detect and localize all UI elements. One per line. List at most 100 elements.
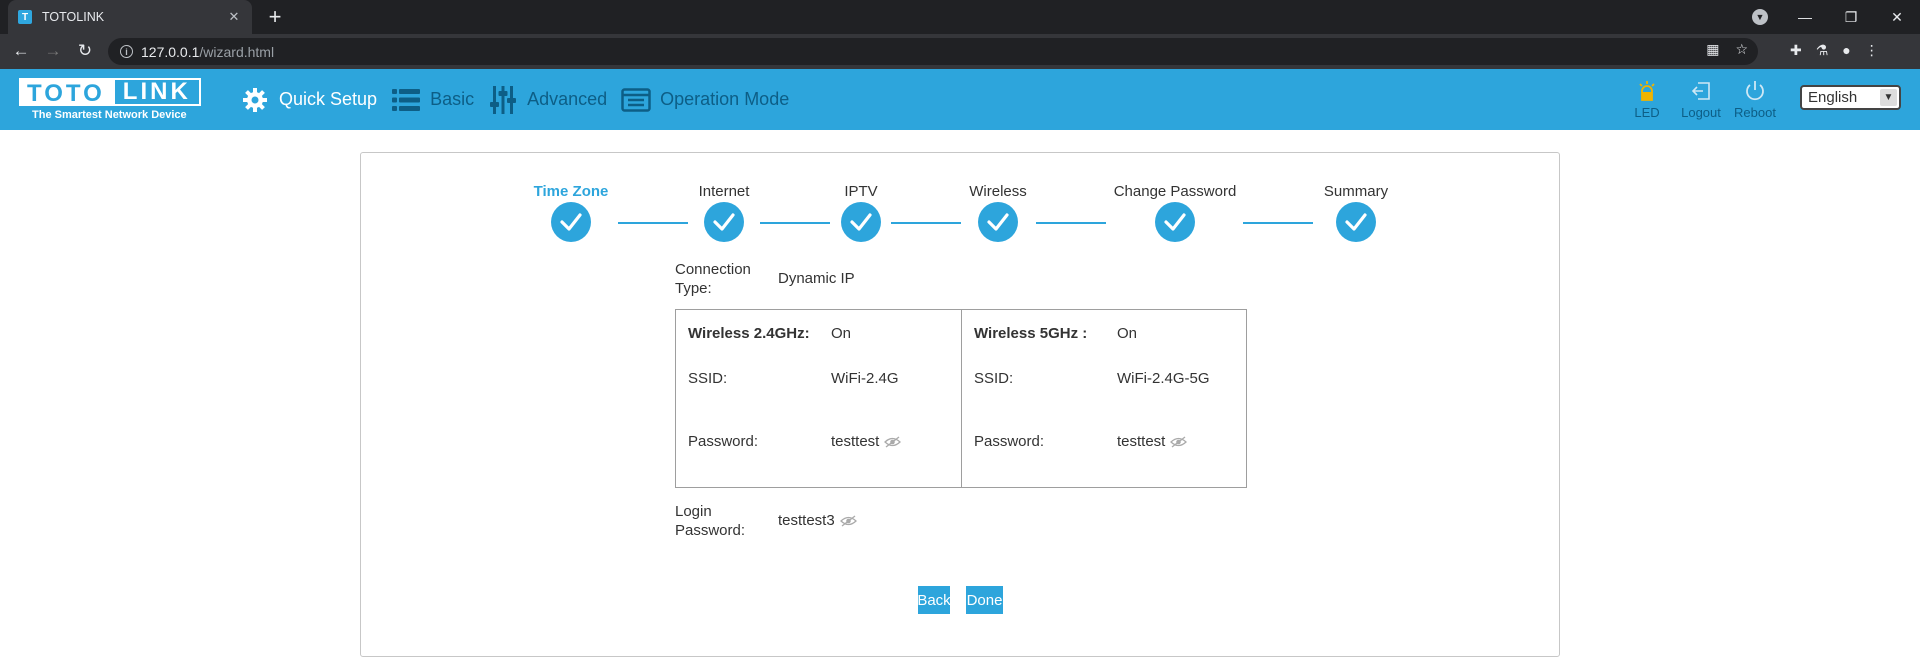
back-button[interactable]: Back bbox=[917, 586, 951, 614]
wifi-24-ssid: WiFi-2.4G bbox=[831, 370, 899, 387]
wifi-5-password-row: testtest bbox=[1117, 433, 1188, 450]
step-label-change-password[interactable]: Change Password bbox=[1114, 183, 1237, 200]
qr-code-icon[interactable]: ▦ bbox=[1706, 41, 1719, 58]
url-host: 127.0.0.1 bbox=[141, 43, 200, 60]
address-bar[interactable]: i 127.0.0.1/wizard.html ▦ ☆ bbox=[108, 38, 1758, 65]
menu-quick-setup[interactable]: Quick Setup bbox=[240, 85, 377, 115]
restore-icon[interactable]: ❐ bbox=[1828, 9, 1874, 26]
step-summary[interactable] bbox=[1336, 202, 1376, 242]
window-controls: — ❐ ✕ bbox=[1782, 0, 1920, 34]
logo-text-left: TOTO bbox=[19, 78, 113, 107]
menu-operation-mode[interactable]: Operation Mode bbox=[621, 85, 789, 115]
wifi-5ghz-column: Wireless 5GHz : On SSID: WiFi-2.4G-5G Pa… bbox=[961, 310, 1246, 487]
wifi-24-ssid-label: SSID: bbox=[688, 370, 728, 387]
wifi-24-password-label: Password: bbox=[688, 433, 759, 450]
wifi-24ghz-column: Wireless 2.4GHz: On SSID: WiFi-2.4G Pass… bbox=[676, 310, 961, 487]
site-info-icon[interactable]: i bbox=[120, 45, 133, 58]
checkmark-icon bbox=[1164, 213, 1186, 231]
done-button[interactable]: Done bbox=[966, 586, 1003, 614]
labs-flask-icon[interactable]: ⚗ bbox=[1816, 42, 1829, 59]
wifi-24-title: Wireless 2.4GHz: bbox=[688, 325, 810, 342]
close-tab-icon[interactable]: ✕ bbox=[226, 9, 242, 25]
language-select[interactable]: English ▼ bbox=[1800, 85, 1901, 110]
list-icon bbox=[391, 85, 421, 115]
step-iptv[interactable] bbox=[841, 202, 881, 242]
router-header: TOTO LINK The Smartest Network Device Qu… bbox=[0, 69, 1920, 130]
step-label-internet[interactable]: Internet bbox=[699, 183, 750, 200]
login-password: testtest3 bbox=[778, 512, 835, 529]
connection-type-value: Dynamic IP bbox=[778, 270, 855, 287]
login-password-label-line1: Login bbox=[675, 503, 712, 520]
wifi-24-password: testtest bbox=[831, 433, 880, 450]
totolink-logo[interactable]: TOTO LINK The Smartest Network Device bbox=[19, 78, 201, 122]
back-arrow-icon[interactable]: ← bbox=[8, 38, 34, 64]
step-connector bbox=[618, 222, 688, 224]
new-tab-button[interactable]: + bbox=[262, 4, 288, 30]
reload-icon[interactable]: ↻ bbox=[72, 38, 98, 64]
connection-type-label: Connection Type: bbox=[675, 260, 751, 298]
extension-area: ✚ ⚗ ● ⋮ bbox=[1790, 42, 1879, 59]
menu-label-operation-mode: Operation Mode bbox=[660, 89, 790, 109]
minimize-icon[interactable]: — bbox=[1782, 9, 1828, 25]
step-internet[interactable] bbox=[704, 202, 744, 242]
browser-tab[interactable]: T TOTOLINK ✕ bbox=[8, 0, 252, 34]
browser-toolbar: ← → ↻ i 127.0.0.1/wizard.html ▦ ☆ ✚ ⚗ ● … bbox=[0, 34, 1920, 69]
led-button[interactable]: LED bbox=[1620, 79, 1674, 120]
step-connector bbox=[1243, 222, 1313, 224]
step-connector bbox=[891, 222, 961, 224]
wifi-24-status: On bbox=[831, 325, 852, 342]
menu-kebab-icon[interactable]: ⋮ bbox=[1865, 42, 1879, 59]
reboot-button[interactable]: Reboot bbox=[1728, 79, 1782, 120]
language-value: English bbox=[1808, 89, 1858, 106]
wifi-5-title: Wireless 5GHz : bbox=[974, 325, 1088, 342]
logout-label: Logout bbox=[1681, 105, 1721, 120]
mode-icon bbox=[621, 85, 651, 115]
menu-basic[interactable]: Basic bbox=[391, 85, 474, 115]
wizard-panel: Time Zone Internet IPTV Wireless Change … bbox=[360, 152, 1560, 657]
gear-icon bbox=[240, 85, 270, 115]
login-password-row: testtest3 bbox=[778, 512, 857, 529]
step-change-password[interactable] bbox=[1155, 202, 1195, 242]
tab-title: TOTOLINK bbox=[42, 10, 105, 24]
menu-advanced[interactable]: Advanced bbox=[488, 85, 607, 115]
chevron-down-icon: ▼ bbox=[1880, 89, 1897, 106]
main-menu: Quick Setup Basic Advanced Operation Mod… bbox=[240, 69, 803, 130]
wireless-summary-box: Wireless 2.4GHz: On SSID: WiFi-2.4G Pass… bbox=[675, 309, 1247, 488]
login-password-label-line2: Password: bbox=[675, 522, 746, 539]
wifi-5-ssid: WiFi-2.4G-5G bbox=[1117, 370, 1210, 387]
eye-slash-icon[interactable] bbox=[884, 436, 902, 448]
profile-icon[interactable]: ● bbox=[1842, 42, 1850, 59]
step-time-zone[interactable] bbox=[551, 202, 591, 242]
wifi-24-password-row: testtest bbox=[831, 433, 902, 450]
totolink-favicon-icon: T bbox=[18, 10, 32, 24]
sliders-icon bbox=[488, 85, 518, 115]
step-label-summary[interactable]: Summary bbox=[1324, 183, 1388, 200]
logout-button[interactable]: Logout bbox=[1674, 79, 1728, 120]
led-icon bbox=[1638, 79, 1656, 103]
power-icon bbox=[1744, 79, 1766, 103]
wifi-5-status: On bbox=[1117, 325, 1138, 342]
tab-search-icon[interactable]: ▼ bbox=[1752, 9, 1768, 25]
wifi-5-password: testtest bbox=[1117, 433, 1166, 450]
menu-label-basic: Basic bbox=[430, 89, 475, 109]
eye-slash-icon[interactable] bbox=[1170, 436, 1188, 448]
eye-slash-icon[interactable] bbox=[839, 515, 857, 527]
extensions-icon[interactable]: ✚ bbox=[1790, 42, 1802, 59]
connection-type-label-line2: Type: bbox=[675, 280, 712, 297]
bookmark-star-icon[interactable]: ☆ bbox=[1735, 41, 1748, 58]
logout-icon bbox=[1691, 79, 1711, 103]
step-label-iptv[interactable]: IPTV bbox=[844, 183, 877, 200]
step-label-time-zone[interactable]: Time Zone bbox=[534, 183, 609, 200]
wifi-5-ssid-label: SSID: bbox=[974, 370, 1014, 387]
forward-arrow-icon[interactable]: → bbox=[40, 38, 66, 64]
menu-label-advanced: Advanced bbox=[527, 89, 608, 109]
close-window-icon[interactable]: ✕ bbox=[1874, 9, 1920, 26]
menu-label-quick-setup: Quick Setup bbox=[279, 89, 378, 109]
checkmark-icon bbox=[713, 213, 735, 231]
led-label: LED bbox=[1634, 105, 1660, 120]
reboot-label: Reboot bbox=[1734, 105, 1776, 120]
login-password-label: Login Password: bbox=[675, 502, 745, 540]
step-label-wireless[interactable]: Wireless bbox=[969, 183, 1027, 200]
step-wireless[interactable] bbox=[978, 202, 1018, 242]
browser-tab-bar: T TOTOLINK ✕ + ▼ — ❐ ✕ bbox=[0, 0, 1920, 34]
